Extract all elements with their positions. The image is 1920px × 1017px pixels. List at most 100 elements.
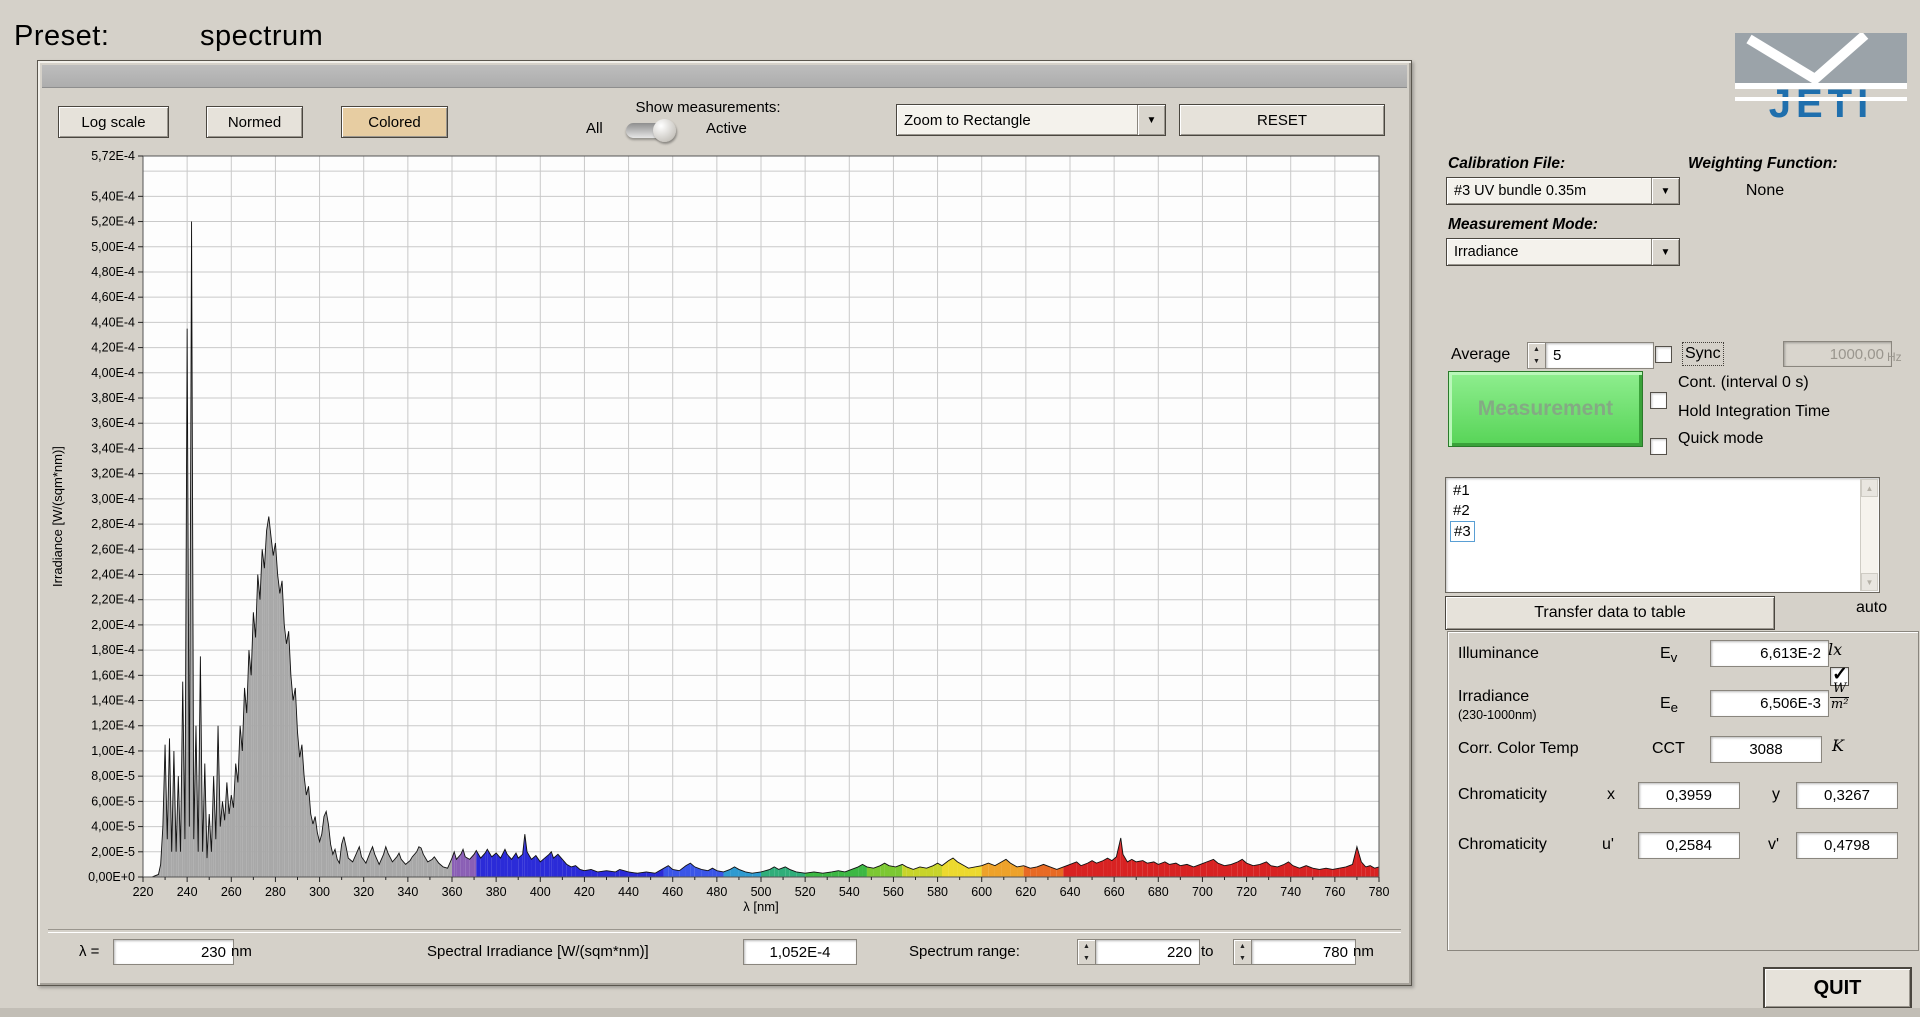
spinner-up-icon[interactable]: ▲ <box>1528 343 1545 356</box>
svg-text:0,00E+0: 0,00E+0 <box>88 870 135 884</box>
transfer-data-button[interactable]: Transfer data to table <box>1445 596 1775 630</box>
average-input[interactable]: 5 <box>1545 342 1654 369</box>
svg-text:3,60E-4: 3,60E-4 <box>91 416 135 430</box>
average-stepper[interactable]: ▲ ▼ <box>1527 342 1546 369</box>
normed-button[interactable]: Normed <box>206 106 303 138</box>
svg-text:4,00E-4: 4,00E-4 <box>91 366 135 380</box>
list-scrollbar[interactable]: ▲ ▼ <box>1860 479 1878 591</box>
chevron-down-icon[interactable]: ▼ <box>1651 178 1679 204</box>
svg-text:320: 320 <box>353 885 374 899</box>
svg-text:760: 760 <box>1324 885 1345 899</box>
svg-text:540: 540 <box>839 885 860 899</box>
scroll-up-icon[interactable]: ▲ <box>1861 479 1878 497</box>
chromaticity-uv-label: Chromaticity <box>1458 836 1547 854</box>
measurement-mode-value: Irradiance <box>1447 244 1651 260</box>
svg-text:660: 660 <box>1104 885 1125 899</box>
chevron-down-icon[interactable]: ▼ <box>1137 105 1165 135</box>
scroll-down-icon[interactable]: ▼ <box>1861 573 1878 591</box>
cont-interval-checkbox[interactable] <box>1650 392 1667 409</box>
spectrum-range-label: Spectrum range: <box>909 943 1020 960</box>
list-item-selected[interactable]: #3 <box>1450 521 1475 542</box>
svg-text:1,20E-4: 1,20E-4 <box>91 719 135 733</box>
divider <box>48 929 1401 933</box>
measurement-list[interactable]: #1 #2 #3 ▲ ▼ <box>1445 477 1880 593</box>
cct-symbol: CCT <box>1652 740 1685 758</box>
cct-label: Corr. Color Temp <box>1458 740 1579 758</box>
log-scale-label: Log scale <box>81 114 145 131</box>
spectral-irradiance-text: 1,052E-4 <box>770 944 831 961</box>
spectrum-chart-svg: 5,72E-45,40E-45,20E-45,00E-44,80E-44,60E… <box>61 136 1401 926</box>
ee-sym: E <box>1660 695 1671 712</box>
svg-text:360: 360 <box>442 885 463 899</box>
spinner-down-icon[interactable]: ▼ <box>1234 952 1251 964</box>
cct-value-text: 3088 <box>1749 741 1782 758</box>
colored-button[interactable]: Colored <box>341 106 448 138</box>
svg-text:780: 780 <box>1369 885 1390 899</box>
range-unit: nm <box>1353 943 1374 960</box>
spectrum-chart[interactable]: 5,72E-45,40E-45,20E-45,00E-44,80E-44,60E… <box>61 136 1401 926</box>
panel-header-band <box>42 65 1407 88</box>
v-value-text: 0,4798 <box>1824 837 1870 854</box>
spinner-down-icon[interactable]: ▼ <box>1528 356 1545 369</box>
quick-mode-label: Quick mode <box>1678 430 1763 448</box>
list-item[interactable]: #2 <box>1450 501 1473 520</box>
u-value-text: 0,2584 <box>1666 837 1712 854</box>
preset-value: spectrum <box>200 20 323 53</box>
svg-text:240: 240 <box>177 885 198 899</box>
irradiance-unit-num: W <box>1830 682 1849 698</box>
spinner-up-icon[interactable]: ▲ <box>1234 940 1251 952</box>
cont-interval-label: Cont. (interval 0 s) <box>1678 374 1809 392</box>
x-value-text: 0,3959 <box>1666 787 1712 804</box>
svg-text:500: 500 <box>751 885 772 899</box>
show-measurements-label: Show measurements: <box>593 99 823 116</box>
x-axis-title: λ [nm] <box>701 899 821 914</box>
lambda-unit: nm <box>231 943 252 960</box>
spectral-irradiance-value: 1,052E-4 <box>743 939 857 965</box>
hold-integration-checkbox[interactable] <box>1650 438 1667 455</box>
chevron-down-icon[interactable]: ▼ <box>1651 239 1679 265</box>
reset-button[interactable]: RESET <box>1179 104 1385 136</box>
range-to-input[interactable]: 780 <box>1251 939 1356 965</box>
sync-frequency-value: 1000,00 <box>1830 346 1884 363</box>
y-value: 0,3267 <box>1796 782 1898 809</box>
svg-text:600: 600 <box>971 885 992 899</box>
sync-checkbox[interactable] <box>1655 346 1672 363</box>
measurement-mode-dropdown[interactable]: Irradiance ▼ <box>1446 238 1680 266</box>
range-from-stepper[interactable]: ▲ ▼ <box>1077 939 1096 965</box>
svg-text:260: 260 <box>221 885 242 899</box>
lambda-label: λ = <box>79 943 99 960</box>
svg-text:400: 400 <box>530 885 551 899</box>
measurement-button[interactable]: Measurement <box>1448 371 1643 447</box>
zoom-mode-dropdown[interactable]: Zoom to Rectangle ▼ <box>896 104 1166 136</box>
svg-text:420: 420 <box>574 885 595 899</box>
range-from-input[interactable]: 220 <box>1095 939 1200 965</box>
svg-text:1,80E-4: 1,80E-4 <box>91 643 135 657</box>
spinner-down-icon[interactable]: ▼ <box>1078 952 1095 964</box>
svg-text:4,00E-5: 4,00E-5 <box>91 820 135 834</box>
svg-text:700: 700 <box>1192 885 1213 899</box>
spectrum-panel: Log scale Normed Colored Show measuremen… <box>37 60 1412 986</box>
zoom-mode-value: Zoom to Rectangle <box>897 112 1137 129</box>
active-label: Active <box>706 120 747 137</box>
svg-text:220: 220 <box>133 885 154 899</box>
svg-text:1,00E-4: 1,00E-4 <box>91 744 135 758</box>
y-axis-title: Irradiance [W/(sqm*nm)] <box>50 446 65 587</box>
spinner-up-icon[interactable]: ▲ <box>1078 940 1095 952</box>
lambda-input[interactable]: 230 <box>113 939 234 965</box>
illuminance-symbol: Ev <box>1660 645 1677 665</box>
list-item[interactable]: #1 <box>1450 481 1473 500</box>
svg-text:440: 440 <box>618 885 639 899</box>
irradiance-symbol: Ee <box>1660 695 1678 715</box>
quit-button[interactable]: QUIT <box>1763 967 1912 1009</box>
range-to-label: to <box>1201 943 1214 960</box>
svg-text:5,72E-4: 5,72E-4 <box>91 149 135 163</box>
irradiance-unit: W m² <box>1830 682 1849 711</box>
range-to-stepper[interactable]: ▲ ▼ <box>1233 939 1252 965</box>
irradiance-value: 6,506E-3 <box>1710 690 1829 717</box>
ee-sub: e <box>1671 700 1678 715</box>
calibration-file-dropdown[interactable]: #3 UV bundle 0.35m ▼ <box>1446 177 1680 205</box>
y-value-text: 0,3267 <box>1824 787 1870 804</box>
irradiance-value-text: 6,506E-3 <box>1760 695 1821 712</box>
log-scale-button[interactable]: Log scale <box>58 106 169 138</box>
calibration-file-label: Calibration File: <box>1448 155 1565 173</box>
